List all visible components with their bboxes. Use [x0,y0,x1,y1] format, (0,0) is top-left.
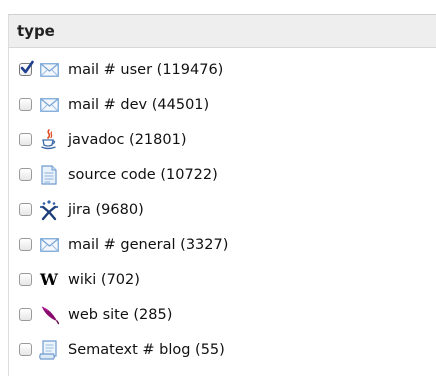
facet-item-web-site[interactable]: web site (285) [9,297,436,332]
checkbox[interactable] [19,203,32,216]
document-icon [38,164,60,186]
checkbox[interactable] [19,98,32,111]
facet-header: type [9,15,436,48]
facet-title: type [17,22,55,40]
mail-icon [38,59,60,81]
checkbox[interactable] [19,168,32,181]
feather-icon [38,304,60,326]
facet-item-jira[interactable]: jira (9680) [9,192,436,227]
facet-item-label: mail # dev (44501) [68,96,210,113]
checkbox[interactable] [19,133,32,146]
facet-item-label: javadoc (21801) [68,131,187,148]
type-facet-panel: type mail # user (119476) mail # dev (44… [8,14,436,376]
facet-item-label: jira (9680) [68,201,144,218]
facet-item-wiki[interactable]: W wiki (702) [9,262,436,297]
facet-item-label: Sematext # blog (55) [68,341,225,358]
facet-item-label: mail # general (3327) [68,236,229,253]
facet-item-mail-user[interactable]: mail # user (119476) [9,52,436,87]
facet-list: mail # user (119476) mail # dev (44501) [9,52,436,367]
mail-icon [38,94,60,116]
java-cup-icon [38,128,60,151]
facet-item-sematext-blog[interactable]: Sematext # blog (55) [9,332,436,367]
facet-item-label: mail # user (119476) [68,61,224,78]
checkbox[interactable] [19,238,32,251]
facet-item-javadoc[interactable]: javadoc (21801) [9,122,436,157]
facet-item-label: web site (285) [68,306,173,323]
checkbox[interactable] [19,273,32,286]
checkbox-checked[interactable] [19,60,34,76]
checkbox[interactable] [19,343,32,356]
facet-item-mail-dev[interactable]: mail # dev (44501) [9,87,436,122]
facet-item-label: wiki (702) [68,271,140,288]
jira-icon [38,199,60,221]
facet-item-mail-general[interactable]: mail # general (3327) [9,227,436,262]
facet-item-label: source code (10722) [68,166,218,183]
checkmark-icon [20,60,34,74]
checkbox[interactable] [19,308,32,321]
blog-icon [38,339,60,361]
wikipedia-icon: W [40,269,58,289]
mail-icon [38,234,60,256]
facet-item-source-code[interactable]: source code (10722) [9,157,436,192]
